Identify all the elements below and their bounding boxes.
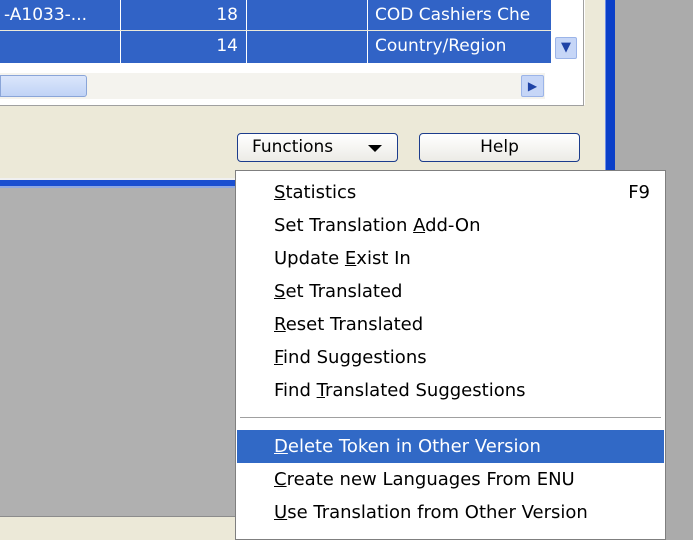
scrollbar-thumb[interactable] <box>0 75 87 97</box>
horizontal-scrollbar[interactable]: ▶ <box>0 73 545 99</box>
menu-item-label: Find Translated Suggestions <box>274 380 526 401</box>
table-cell[interactable] <box>0 31 121 63</box>
menu-separator <box>240 417 661 419</box>
table-cell[interactable] <box>247 0 368 30</box>
table-cell[interactable]: Country/Region <box>368 31 551 63</box>
divider <box>0 105 584 106</box>
table-cell[interactable]: 14 <box>121 31 247 63</box>
menu-item-label: Create new Languages From ENU <box>274 469 575 490</box>
menu-item-delete-token[interactable]: Delete Token in Other Version <box>237 430 664 463</box>
background-panel <box>0 188 235 540</box>
scroll-down-icon[interactable]: ▼ <box>555 37 577 59</box>
menu-item-find-translated-suggestions[interactable]: Find Translated Suggestions <box>237 374 664 407</box>
menu-item-reset-translated[interactable]: Reset Translated <box>237 308 664 341</box>
menu-item-label: Update Exist In <box>274 248 411 269</box>
menu-item-label: Use Translation from Other Version <box>274 502 588 523</box>
menu-item-use-translation[interactable]: Use Translation from Other Version <box>237 496 664 529</box>
window-border <box>605 0 615 178</box>
menu-item-label: Find Suggestions <box>274 347 427 368</box>
table-cell[interactable] <box>247 31 368 63</box>
divider <box>583 0 584 106</box>
functions-menu: Statistics F9 Set Translation Add-On Upd… <box>235 170 666 540</box>
menu-item-update-exist-in[interactable]: Update Exist In <box>237 242 664 275</box>
table-cell[interactable]: -A1033-... <box>0 0 121 30</box>
chevron-down-icon <box>368 145 382 152</box>
window-title-edge <box>0 178 235 188</box>
help-button-label: Help <box>480 137 519 157</box>
scroll-right-icon[interactable]: ▶ <box>521 75 544 97</box>
menu-item-find-suggestions[interactable]: Find Suggestions <box>237 341 664 374</box>
menu-item-label: Statistics <box>274 182 357 203</box>
help-button[interactable]: Help <box>419 133 580 162</box>
menu-item-statistics[interactable]: Statistics F9 <box>237 176 664 209</box>
main-window: -A1033-... 18 COD Cashiers Che 14 Countr… <box>0 0 605 178</box>
menu-item-set-translated[interactable]: Set Translated <box>237 275 664 308</box>
menu-item-create-new-languages[interactable]: Create new Languages From ENU <box>237 463 664 496</box>
menu-item-label: Set Translation Add-On <box>274 215 481 236</box>
table-row[interactable]: -A1033-... 18 COD Cashiers Che <box>0 0 551 30</box>
table-cell[interactable]: 18 <box>121 0 247 30</box>
menu-item-shortcut: F9 <box>628 182 650 203</box>
menu-item-set-translation-add-on[interactable]: Set Translation Add-On <box>237 209 664 242</box>
functions-button[interactable]: Functions <box>237 133 398 162</box>
table-row[interactable]: 14 Country/Region <box>0 31 551 63</box>
table-cell[interactable]: COD Cashiers Che <box>368 0 551 30</box>
menu-item-label: Set Translated <box>274 281 403 302</box>
functions-button-label: Functions <box>252 137 334 157</box>
status-strip <box>0 516 235 540</box>
menu-item-label: Delete Token in Other Version <box>274 436 541 457</box>
menu-item-label: Reset Translated <box>274 314 424 335</box>
